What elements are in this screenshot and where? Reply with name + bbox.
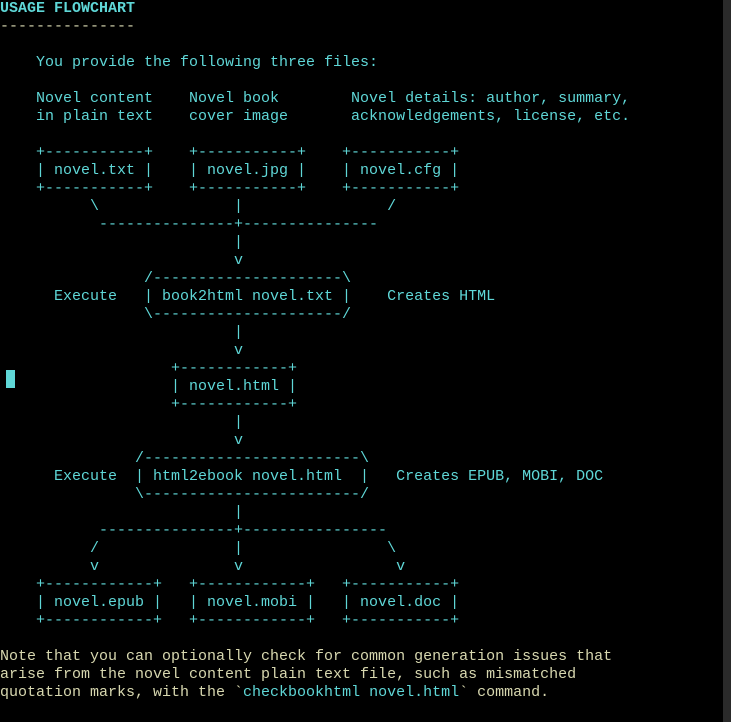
title-underline: --------------- <box>0 18 135 35</box>
note-text-2: ` command. <box>459 684 549 701</box>
note-command: checkbookhtml novel.html <box>243 684 459 701</box>
text-cursor <box>6 370 15 388</box>
flowchart-diagram: You provide the following three files: N… <box>0 54 630 629</box>
section-title: USAGE FLOWCHART <box>0 0 135 17</box>
scrollbar-track[interactable] <box>723 0 731 722</box>
